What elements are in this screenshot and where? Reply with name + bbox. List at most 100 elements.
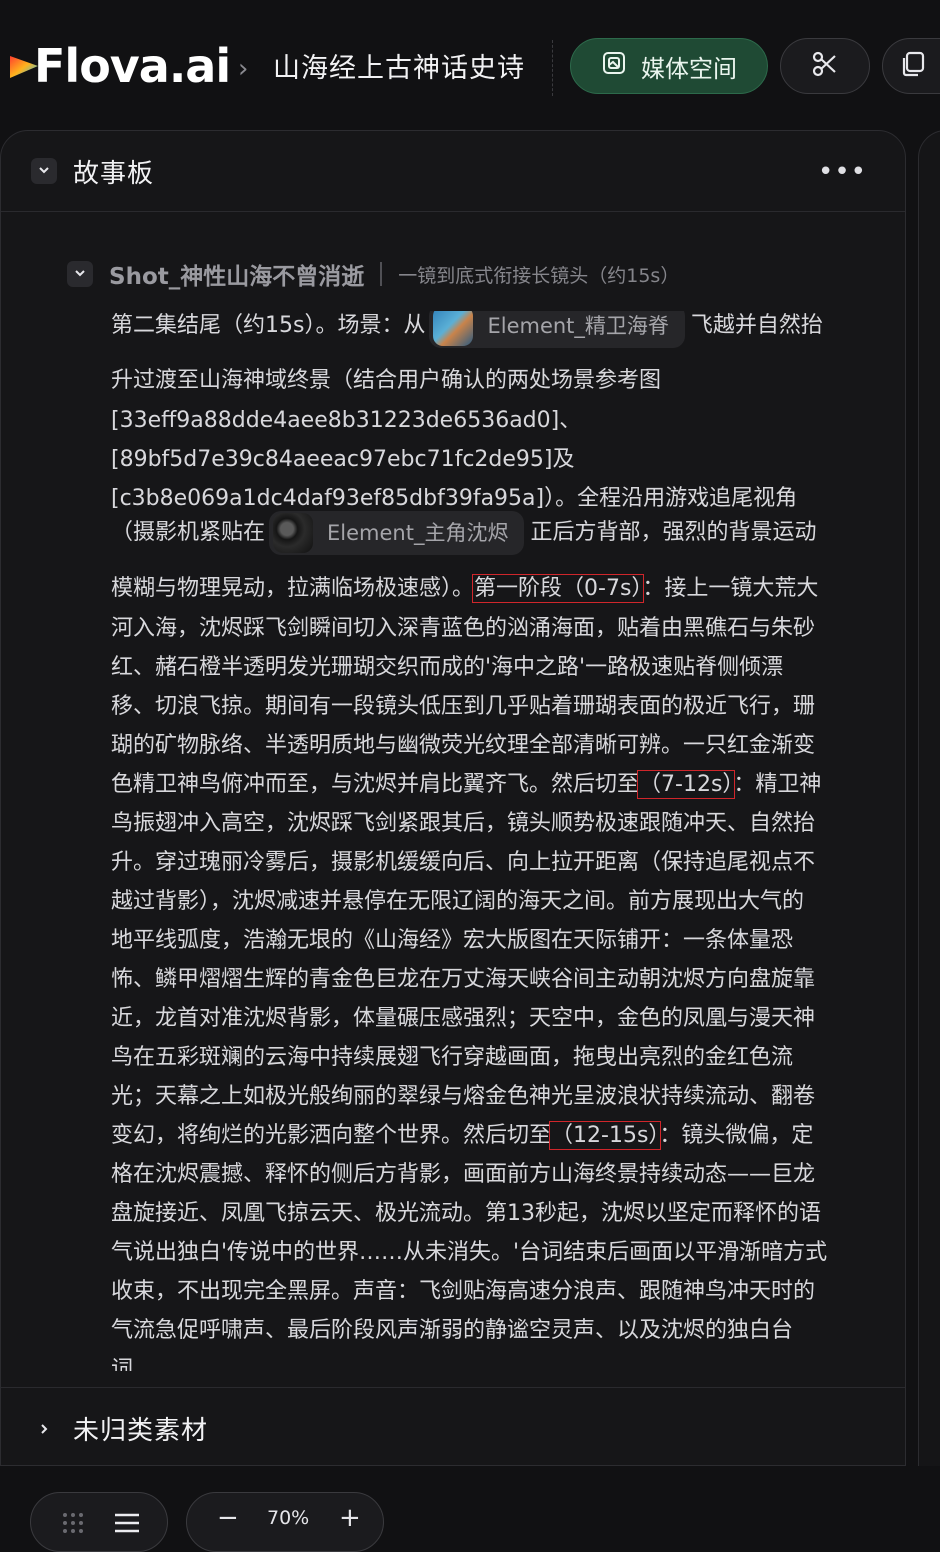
- uncategorized-section[interactable]: 未归类素材: [1, 1387, 905, 1465]
- description-text: 升。穿过瑰丽冷雾后，摄影机缓缓向后、向上拉开距离（保持追尾视点不: [111, 850, 816, 875]
- element-thumbnail: [433, 311, 474, 346]
- grid-dots-icon[interactable]: [61, 1511, 85, 1539]
- storyboard-panel: 故事板 ••• Shot_神性山海不曾消逝 一镜到底式衔接长镜头（约15s） 第…: [0, 130, 906, 1466]
- element-reference-chip[interactable]: Element_精卫海脊: [429, 311, 685, 348]
- description-text: ：镜头微偏，定: [659, 1123, 814, 1148]
- media-icon: [601, 50, 627, 82]
- chevron-down-icon: [73, 265, 87, 284]
- description-text: 越过背影），沈烬减速并悬停在无限辽阔的海天之间。前方展现出大气的: [111, 889, 805, 914]
- description-line: [33eff9a88dde4aee8b31223de6536ad0]、: [111, 401, 581, 440]
- description-text: 飞越并自然抬: [690, 313, 823, 338]
- description-text: 河入海，沈烬踩飞剑瞬间切入深青蓝色的汹涌海面，贴着由黑礁石与朱砂: [111, 616, 816, 641]
- element-chip-label: Element_精卫海脊: [487, 313, 669, 338]
- media-space-button[interactable]: 媒体空间: [570, 38, 768, 94]
- description-text: 盘旋接近、凤凰飞掠云天、极光流动。第13秒起，沈烬以坚定而释怀的语: [111, 1201, 821, 1226]
- time-segment-highlight: 第一阶段（0-7s）: [472, 574, 645, 603]
- description-text: 词: [111, 1357, 134, 1371]
- description-line: 移、切浪飞掠。期间有一段镜头低压到几乎贴着珊瑚表面的极近飞行，珊: [111, 687, 815, 726]
- description-text: 光；天幕之上如极光般绚丽的翠绿与熔金色神光呈波浪状持续流动、翻卷: [111, 1084, 816, 1109]
- description-text: 鸟振翅冲入高空，沈烬踩飞剑紧跟其后，镜头顺势极速跟随冲天、自然抬: [111, 811, 816, 836]
- description-line: 变幻，将绚烂的光影洒向整个世界。然后切至（12-15s）：镜头微偏，定: [111, 1116, 813, 1155]
- description-line: 收束，不出现完全黑屏。声音：飞剑贴海高速分浪声、跟随神鸟冲天时的: [111, 1272, 815, 1311]
- bottom-toolbar: − 70% +: [0, 1466, 940, 1552]
- description-text: 格在沈烬震撼、释怀的侧后方背影，画面前方山海终景持续动态——巨龙: [111, 1162, 816, 1187]
- view-toggle: [30, 1492, 168, 1552]
- cut-button[interactable]: [780, 38, 870, 94]
- logo-mark-icon: [8, 46, 42, 86]
- description-line: 怖、鳞甲熠熠生辉的青金色巨龙在万丈海天峡谷间主动朝沈烬方向盘旋靠: [111, 960, 815, 999]
- description-text: 色精卫神鸟俯冲而至，与沈烬并肩比翼齐飞。然后切至: [111, 772, 640, 797]
- description-text: 瑚的矿物脉络、半透明质地与幽微荧光纹理全部清晰可辨。一只红金渐变: [111, 733, 816, 758]
- description-line: 色精卫神鸟俯冲而至，与沈烬并肩比翼齐飞。然后切至（7-12s）：精卫神: [111, 765, 821, 804]
- zoom-out-button[interactable]: −: [217, 1503, 239, 1533]
- description-text: ：接上一镜大荒大: [642, 576, 819, 601]
- description-text: [89bf5d7e39c84aeeac97ebc71fc2de95]及: [111, 447, 575, 472]
- toolbar-divider: [552, 40, 554, 96]
- description-line: 地平线弧度，浩瀚无垠的《山海经》宏大版图在天际铺开：一条体量恐: [111, 921, 793, 960]
- description-line: 光；天幕之上如极光般绚丽的翠绿与熔金色神光呈波浪状持续流动、翻卷: [111, 1077, 815, 1116]
- collapse-storyboard-button[interactable]: [31, 158, 57, 184]
- shot-separator: [380, 262, 383, 286]
- uncategorized-title: 未归类素材: [73, 1416, 209, 1446]
- project-title[interactable]: 山海经上古神话史诗: [273, 46, 525, 85]
- element-reference-chip[interactable]: Element_主角沈烬: [269, 511, 525, 555]
- description-line: [89bf5d7e39c84aeeac97ebc71fc2de95]及: [111, 440, 575, 479]
- description-line: 河入海，沈烬踩飞剑瞬间切入深青蓝色的汹涌海面，贴着由黑礁石与朱砂: [111, 609, 815, 648]
- description-line: 升。穿过瑰丽冷雾后，摄影机缓缓向后、向上拉开距离（保持追尾视点不: [111, 843, 815, 882]
- description-text: 鸟在五彩斑斓的云海中持续展翅飞行穿越画面，拖曳出亮烈的金红色流: [111, 1045, 794, 1070]
- element-chip-label: Element_主角沈烬: [327, 520, 509, 545]
- copy-icon: [898, 50, 926, 82]
- element-thumbnail: [273, 513, 314, 553]
- description-line: 模糊与物理晃动，拉满临场极速感）。第一阶段（0-7s）：接上一镜大荒大: [111, 569, 818, 608]
- storyboard-header: 故事板 •••: [1, 131, 905, 212]
- logo[interactable]: Flova.ai: [8, 39, 231, 93]
- description-text: [c3b8e069a1dc4daf93ef85dbf39fa95a]）。全程沿用…: [111, 486, 798, 511]
- logo-text: Flova.ai: [34, 39, 231, 93]
- shot-header: Shot_神性山海不曾消逝 一镜到底式衔接长镜头（约15s）: [67, 257, 680, 291]
- storyboard-title: 故事板: [73, 159, 155, 189]
- description-text: 收束，不出现完全黑屏。声音：飞剑贴海高速分浪声、跟随神鸟冲天时的: [111, 1279, 816, 1304]
- description-text: 模糊与物理晃动，拉满临场极速感）。: [111, 576, 475, 601]
- right-panel-edge: [918, 130, 940, 1468]
- description-text: 升过渡至山海神域终景（结合用户确认的两处场景参考图: [111, 368, 662, 393]
- description-text: 移、切浪飞掠。期间有一段镜头低压到几乎贴着珊瑚表面的极近飞行，珊: [111, 694, 816, 719]
- chevron-down-icon: [37, 162, 51, 181]
- description-text: 近，龙首对准沈烬背影，体量碾压感强烈；天空中，金色的凤凰与漫天神: [111, 1006, 816, 1031]
- list-icon[interactable]: [113, 1511, 141, 1539]
- description-text: 地平线弧度，浩瀚无垠的《山海经》宏大版图在天际铺开：一条体量恐: [111, 928, 794, 953]
- description-line: 气流急促呼啸声、最后阶段风声渐弱的静谧空灵声、以及沈烬的独白台: [111, 1311, 793, 1350]
- description-text: ：精卫神: [733, 772, 822, 797]
- shot-description[interactable]: 第二集结尾（约15s）。场景：从 Element_精卫海脊 飞越并自然抬升过渡至山海…: [111, 311, 887, 1371]
- description-text: [33eff9a88dde4aee8b31223de6536ad0]、: [111, 408, 582, 433]
- description-line: 格在沈烬震撼、释怀的侧后方背影，画面前方山海终景持续动态——巨龙: [111, 1155, 815, 1194]
- copy-button[interactable]: [882, 38, 940, 94]
- zoom-in-button[interactable]: +: [339, 1503, 361, 1533]
- zoom-value: 70%: [267, 1507, 310, 1529]
- chevron-right-icon[interactable]: [31, 1416, 57, 1442]
- top-bar: Flova.ai › 山海经上古神话史诗 媒体空间: [0, 0, 940, 128]
- breadcrumb-separator: ›: [238, 54, 249, 84]
- description-text: 气说出独白'传说中的世界……从未消失。'台词结束后画面以平滑渐暗方式: [111, 1240, 828, 1265]
- scissors-icon: [811, 50, 839, 82]
- zoom-control: − 70% +: [186, 1492, 384, 1552]
- description-line: 越过背影），沈烬减速并悬停在无限辽阔的海天之间。前方展现出大气的: [111, 882, 804, 921]
- description-line: 词: [111, 1350, 133, 1371]
- time-segment-highlight: （7-12s）: [637, 770, 736, 799]
- shot-subtitle: 一镜到底式衔接长镜头（约15s）: [398, 264, 680, 287]
- description-text: 正后方背部，强烈的背景运动: [530, 520, 817, 545]
- description-text: 怖、鳞甲熠熠生辉的青金色巨龙在万丈海天峡谷间主动朝沈烬方向盘旋靠: [111, 967, 816, 992]
- description-line: （摄影机紧贴在 Element_主角沈烬 正后方背部，强烈的背景运动: [111, 511, 816, 555]
- shot-title[interactable]: Shot_神性山海不曾消逝: [109, 257, 364, 291]
- description-text: 第二集结尾（约15s）。场景：从: [111, 313, 426, 338]
- description-line: 瑚的矿物脉络、半透明质地与幽微荧光纹理全部清晰可辨。一只红金渐变: [111, 726, 815, 765]
- description-text: 红、赭石橙半透明发光珊瑚交织而成的'海中之路'一路极速贴脊侧倾漂: [111, 655, 784, 680]
- description-text: 变幻，将绚烂的光影洒向整个世界。然后切至: [111, 1123, 552, 1148]
- description-line: 第二集结尾（约15s）。场景：从 Element_精卫海脊 飞越并自然抬: [111, 311, 823, 348]
- description-line: 鸟振翅冲入高空，沈烬踩飞剑紧跟其后，镜头顺势极速跟随冲天、自然抬: [111, 804, 815, 843]
- time-segment-highlight: （12-15s）: [549, 1121, 662, 1150]
- collapse-shot-button[interactable]: [67, 261, 93, 287]
- description-line: 近，龙首对准沈烬背影，体量碾压感强烈；天空中，金色的凤凰与漫天神: [111, 999, 815, 1038]
- more-options-icon[interactable]: •••: [818, 157, 867, 187]
- description-text: 气流急促呼啸声、最后阶段风声渐弱的静谧空灵声、以及沈烬的独白台: [111, 1318, 794, 1343]
- description-line: 鸟在五彩斑斓的云海中持续展翅飞行穿越画面，拖曳出亮烈的金红色流: [111, 1038, 793, 1077]
